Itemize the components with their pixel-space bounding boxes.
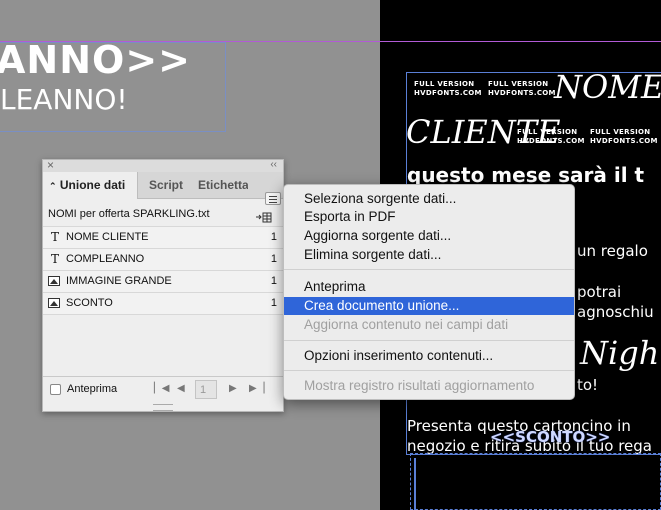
image-field-icon [48,298,60,308]
menu-item-remove-source[interactable]: Elimina sorgente dati... [284,246,574,264]
field-row[interactable]: T COMPLEANNO 1 [43,248,283,270]
font-badge-3: FULL VERSION HVDFONTS.COM [517,128,585,145]
menu-item-select-source[interactable]: Seleziona sorgente dati... [284,190,574,208]
left-heading: ANNO>> [0,38,191,82]
menu-item-update-content: Aggiorna contenuto nei campi dati [304,317,509,332]
next-record-icon[interactable]: ▶ [229,383,237,394]
tab-label-tab[interactable]: Etichetta [192,172,248,198]
record-number-field[interactable]: 1 [195,380,217,399]
menu-item-create-merged-document[interactable]: Crea documento unione... [284,297,574,315]
line-potrai: potrai [577,283,622,301]
last-record-icon[interactable]: ▶▕ [249,383,264,394]
menu-item-preview[interactable]: Anteprima [284,278,574,296]
line-bagnoschiuma: agnoschiu [577,303,654,321]
panel-tabs: ⌃ Unione dati Script Etichetta [43,172,283,205]
first-record-icon[interactable]: ▏◀ [154,383,169,394]
script-night: Night [580,334,661,372]
close-icon[interactable]: × [47,158,54,172]
font-badge-2: FULL VERSION HVDFONTS.COM [488,80,556,97]
menu-item-export-pdf[interactable]: Esporta in PDF [284,208,574,226]
sconto-tag: <<SCONTO>> [490,428,611,446]
font-badge-4: FULL VERSION HVDFONTS.COM [590,128,658,145]
menu-separator [284,269,574,270]
script-nome: NOME [554,68,661,106]
panel-footer: Anteprima ▏◀ ◀ 1 ▶ ▶▕ [43,376,283,403]
field-list: T NOME CLIENTE 1 T COMPLEANNO 1 IMMAGINE… [43,226,283,315]
menu-item-update-source[interactable]: Aggiorna sorgente dati... [284,227,574,245]
line-regalo: un regalo [577,242,648,260]
menu-separator [284,370,574,371]
field-count: 1 [270,297,277,309]
data-merge-panel: × ‹‹ ⌃ Unione dati Script Etichetta NOMI… [42,158,284,412]
tab-data-merge[interactable]: ⌃ Unione dati [43,172,138,199]
field-row[interactable]: IMMAGINE GRANDE 1 [43,270,283,292]
preview-label: Anteprima [67,383,118,395]
field-row[interactable]: T NOME CLIENTE 1 [43,226,283,248]
menu-item-content-placement-options[interactable]: Opzioni inserimento contenuti... [284,347,574,365]
menu-separator [284,340,574,341]
field-name: IMMAGINE GRANDE [66,275,172,287]
data-source-row[interactable]: NOMI per offerta SPARKLING.txt [43,202,283,226]
field-count: 1 [270,231,277,243]
field-name: COMPLEANNO [66,253,145,265]
menu-item-show-update-log: Mostra registro risultati aggiornamento [304,378,535,393]
left-subheading: LEANNO! [0,83,128,116]
text-field-icon: T [50,230,59,244]
field-count: 1 [270,253,277,265]
tab-prefix-icon: ⌃ [49,181,57,191]
panel-flyout-menu: Seleziona sorgente dati... Esporta in PD… [283,184,575,400]
tab-label: Unione dati [59,178,126,192]
data-source-filename: NOMI per offerta SPARKLING.txt [48,208,210,220]
field-name: SCONTO [66,297,113,309]
collapse-icon[interactable]: ‹‹ [270,159,277,170]
line-to: to! [577,376,599,394]
image-frame-inner [414,458,661,510]
tab-script[interactable]: Script [143,172,189,198]
font-badge-1: FULL VERSION HVDFONTS.COM [414,80,482,97]
preview-checkbox[interactable] [50,384,61,395]
field-count: 1 [270,275,277,287]
previous-record-icon[interactable]: ◀ [177,383,185,394]
image-field-icon [48,276,60,286]
field-name: NOME CLIENTE [66,231,149,243]
resize-grip[interactable] [153,404,173,411]
text-field-icon: T [50,252,59,266]
field-row[interactable]: SCONTO 1 [43,292,283,315]
